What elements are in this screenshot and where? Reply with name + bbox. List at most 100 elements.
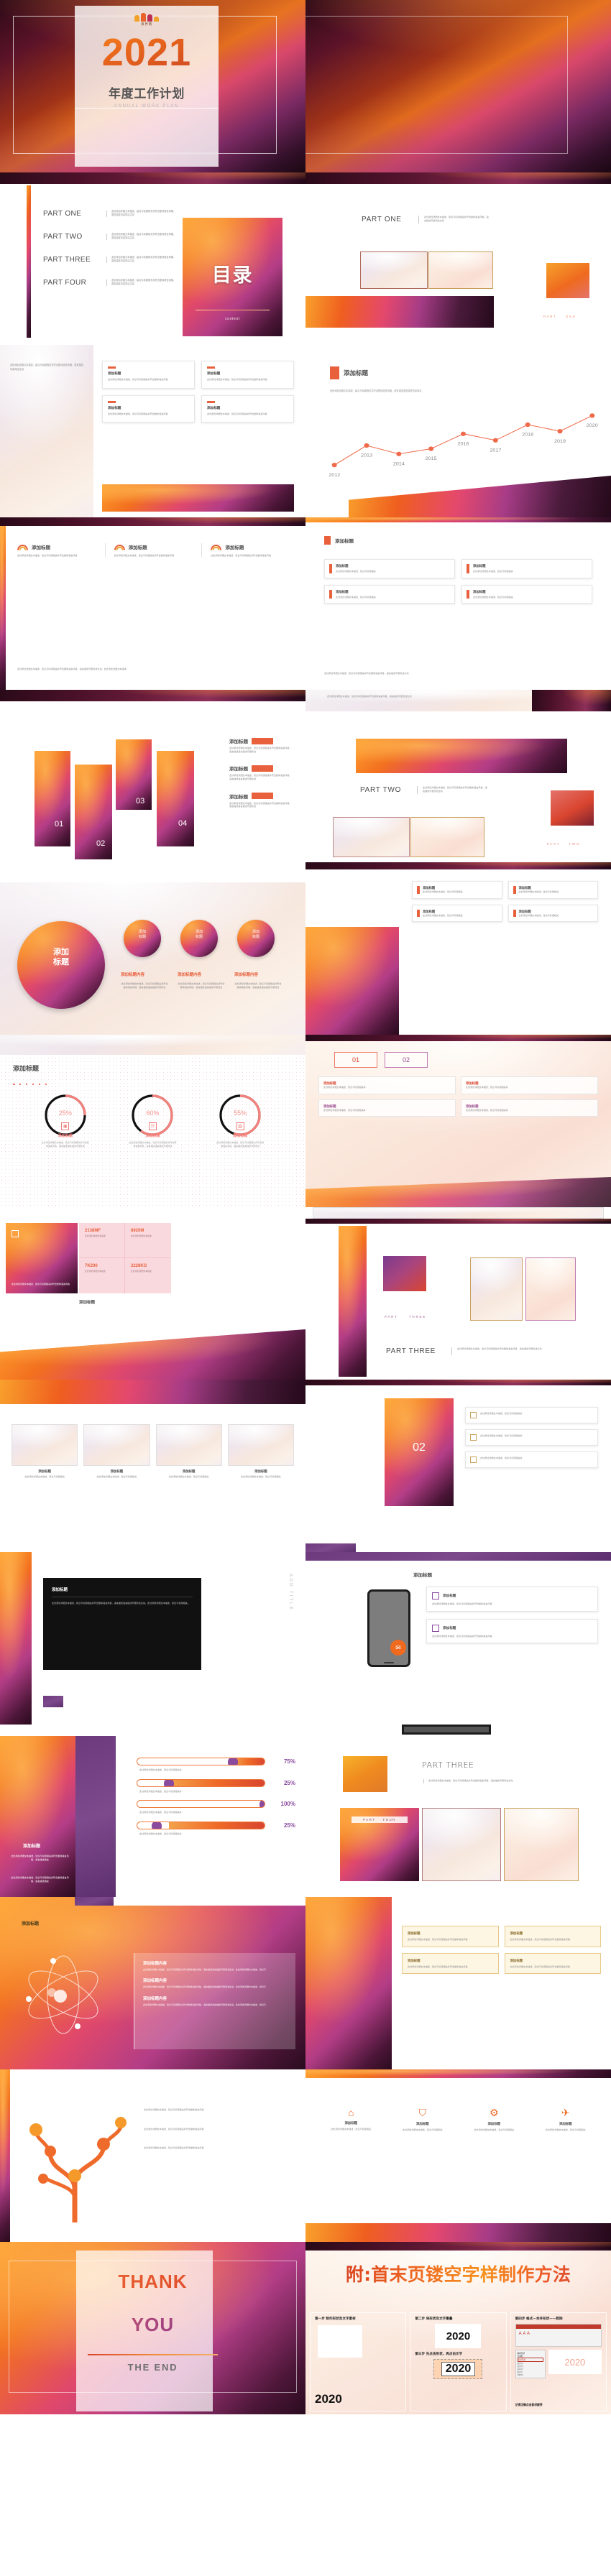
slide-two-by-two[interactable]: 添加标题 添加标题 此处添加详细文本描述，建议与标题相关 添加标题 此处添加详细… (306, 517, 611, 690)
icon-card-3[interactable]: ⚙ 添加标题 此处添加详细文本描述，建议与标题相关 (461, 2107, 527, 2132)
toc-item-1[interactable]: PART ONE 此处添加详细文本描述，建议与标题相关并符合整体语言风格，语言描… (43, 210, 176, 218)
slide-howto[interactable]: 附:首末页镂空字样制作方法 第一步 制作形状及文字素材 2020 第二步 将形状… (306, 2242, 611, 2414)
slide-divider-01[interactable]: PART ONE 此处添加详细文本描述，建议与标题相关并符合整体语言风格，语言描… (306, 172, 611, 345)
slide-toc[interactable]: PART ONE 此处添加详细文本描述，建议与标题相关并符合整体语言风格，语言描… (0, 172, 306, 345)
chat-icon[interactable]: ✉ (390, 1640, 406, 1656)
slide-icon-row[interactable]: 添加标题 此处添加详细文本描述，建议与标题相关并符合整体语言风格 添加标题 此处… (0, 517, 306, 690)
card-1[interactable]: 添加标题 此处添加详细文本描述，建议与标题相关 (412, 881, 502, 899)
data-cell-3[interactable]: 7K200 此处添加详细文本描述 (79, 1258, 125, 1293)
card-3[interactable]: 添加标题 此处添加详细文本描述，建议与标题相关 (412, 904, 502, 923)
icon-card-2[interactable]: ⛉ 添加标题 此处添加详细文本描述，建议与标题相关 (390, 2107, 456, 2132)
note-card-4[interactable]: 添加标题 此处添加详细文本描述，建议与标题相关并符合整体语言风格 (504, 1952, 601, 1975)
circle-3[interactable]: 添加 标题 (237, 920, 275, 957)
progress-row-4[interactable]: 25% (137, 1821, 295, 1829)
dark-card[interactable]: 添加标题 此处添加详细文本描述，建议与标题相关并符合整体语言风格，语言描述语言描… (43, 1578, 201, 1670)
slide-circles[interactable]: 添加 标题 添加 标题 添加 标题 添加 标题 添加标题内容 此处添加详细文本描述，建议… (0, 862, 306, 1035)
icon-item-3[interactable]: 添加标题 此处添加详细文本描述，建议与标题相关并符合整体语言风格 (211, 543, 290, 558)
howto-step-1[interactable]: 第一步 制作形状及文字素材 2020 (310, 2312, 407, 2411)
note-card-2[interactable]: 添加标题 此处添加详细文本描述，建议与标题相关并符合整体语言风格 (504, 1926, 601, 1947)
toc-item-4[interactable]: PART FOUR 此处添加详细文本描述，建议与标题相关并符合整体语言风格，语言… (43, 279, 176, 287)
grid-card-4[interactable]: 添加标题 此处添加详细文本描述，建议与标题相关 (461, 584, 592, 604)
badge-02[interactable]: 02 (385, 1052, 428, 1068)
slide-tree[interactable]: 此处添加详细文本描述，建议与标题相关并符合整体语言风格 此处添加详细文本描述，建… (0, 2069, 306, 2242)
slide-divider-02[interactable]: 此处添加详细文本描述，建议与标题相关并符合整体语言风格，语言描述尽量简洁生动 P… (306, 690, 611, 862)
bcard-1[interactable]: 添加标题 此处添加详细文本描述，建议与标题相关并 (318, 1076, 456, 1094)
side-card-2[interactable]: 此处添加详细文本描述，建议与标题相关并 (465, 1429, 598, 1446)
slide-progress[interactable]: 添加标题 此处添加详细文本描述，建议与标题相关并符合整体语言风格，语言描述语言 … (0, 1725, 306, 1897)
card-2[interactable]: 添加标题 此处添加详细文本描述，建议与标题相关 (507, 881, 598, 899)
toc-item-2[interactable]: PART TWO 此处添加详细文本描述，建议与标题相关并符合整体语言风格，语言描… (43, 233, 176, 241)
slide-dark-card[interactable]: 添加标题 此处添加详细文本描述，建议与标题相关并符合整体语言风格，语言描述语言描… (0, 1552, 306, 1725)
panel-note-2[interactable]: 添加标题 此处添加详细文本描述，建议与标题相关并符合整体语言风格，语言描述语言描… (229, 765, 293, 780)
slide-cards-with-image[interactable]: 添加标题 此处添加详细文本描述，建议与标题相关 添加标题 此处添加详细文本描述，… (306, 862, 611, 1035)
card-4[interactable]: 添加标题 此处添加详细文本描述，建议与标题相关并符合整体语言风格 (201, 394, 294, 423)
donut-1[interactable]: 25% ▣ 添加标题 此处添加详细文本描述，建议与标题相关并符合整体语言风格，语… (42, 1092, 89, 1148)
icon-card-1[interactable]: ⌂ 添加标题 此处添加详细文本描述，建议与标题相关 (318, 2107, 384, 2132)
brand-logo-label: 演界网 (141, 23, 152, 27)
donut-2[interactable]: 60% ☷ 添加标题 此处添加详细文本描述，建议与标题相关并符合整体语言风格，语… (129, 1092, 177, 1148)
data-cell-2[interactable]: 8920M 此处添加详细文本描述 (125, 1223, 171, 1258)
bcard-4[interactable]: 添加标题 此处添加详细文本描述，建议与标题相关并 (461, 1099, 598, 1117)
howto-step-3[interactable]: 第四步 格式—合并形状——剪除 A A A 编辑形状 文本框 合并形状 联合(U… (510, 2312, 607, 2411)
phone-card-2[interactable]: 添加标题 此处添加详细文本描述，建议与标题相关并符合整体语言风格 (426, 1618, 598, 1644)
thumb-item-4[interactable]: 添加标题 此处添加详细文本描述，建议与标题相关 (227, 1424, 294, 1479)
slide-badge-cards[interactable]: 01 02 添加标题 此处添加详细文本描述，建议与标题相关并 添加标题 此处添加… (306, 1035, 611, 1207)
slide-thanks[interactable]: THANK YOU THE END (0, 2242, 306, 2414)
thumb-item-1[interactable]: 添加标题 此处添加详细文本描述，建议与标题相关 (12, 1424, 78, 1479)
bcard-3[interactable]: 添加标题 此处添加详细文本描述，建议与标题相关并 (318, 1099, 456, 1117)
note-card-3[interactable]: 添加标题 此处添加详细文本描述，建议与标题相关并符合整体语言风格 (402, 1952, 499, 1975)
slide-cover-right[interactable] (306, 0, 611, 172)
merge-menu[interactable]: 编辑形状 文本框 合并形状 联合(U) 组合(C) 拆分(F) 相交(I) 剪除… (515, 2350, 546, 2378)
phone-card-1[interactable]: 添加标题 此处添加详细文本描述，建议与标题相关并符合整体语言风格 (426, 1587, 598, 1612)
slide-line-chart[interactable]: 添加标题 此处添加详细文本描述，建议与标题相关并符合整体语言风格，语言描述语言描… (306, 345, 611, 517)
bcard-text: 此处添加详细文本描述，建议与标题相关并 (323, 1086, 366, 1089)
card-3[interactable]: 添加标题 此处添加详细文本描述，建议与标题相关并符合整体语言风格 (102, 394, 195, 423)
slide-atom[interactable]: 添加标题 添加标题内容 此处添加详细文本描述，建议与标题相关并符合整体语言风格，… (0, 1897, 306, 2069)
slide-notes[interactable]: 添加标题 此处添加详细文本描述，建议与标题相关并符合整体语言风格 添加标题 此处… (306, 1897, 611, 2069)
icon-item-1[interactable]: 添加标题 此处添加详细文本描述，建议与标题相关并符合整体语言风格 (17, 543, 96, 558)
icon-card-4[interactable]: ✈ 添加标题 此处添加详细文本描述，建议与标题相关 (533, 2107, 599, 2132)
card-2[interactable]: 添加标题 此处添加详细文本描述，建议与标题相关并符合整体语言风格 (201, 361, 294, 389)
panel-note-3[interactable]: 添加标题 此处添加详细文本描述，建议与标题相关并符合整体语言风格，语言描述语言描… (229, 793, 293, 808)
grid-card-2[interactable]: 添加标题 此处添加详细文本描述，建议与标题相关 (461, 559, 592, 578)
card-1[interactable]: 添加标题 此处添加详细文本描述，建议与标题相关并符合整体语言风格 (102, 361, 195, 389)
slide-four-cards[interactable]: 此处添加详细文本描述，建议与标题相关并符合整体语言风格，语言描述尽量简洁生动 添… (0, 345, 306, 517)
slide-divider-03[interactable]: 03 PART THREE PART THREE 此处添加详细文本描述，建议与标… (306, 1207, 611, 1380)
data-cell-4[interactable]: 2228KG 此处添加详细文本描述 (125, 1258, 171, 1293)
slide-divider-04[interactable]: 04 PART THREE 此处添加详细文本描述，建议与标题相关并符合整体语言风… (306, 1725, 611, 1897)
thumb-item-3[interactable]: 添加标题 此处添加详细文本描述，建议与标题相关 (155, 1424, 222, 1479)
thumb-item-2[interactable]: 添加标题 此处添加详细文本描述，建议与标题相关 (83, 1424, 150, 1479)
grid-card-3[interactable]: 添加标题 此处添加详细文本描述，建议与标题相关 (324, 584, 455, 604)
circle-1[interactable]: 添加 标题 (124, 920, 161, 957)
donut-3[interactable]: 55% ▥ 添加标题 此处添加详细文本描述，建议与标题相关并符合整体语言风格，语… (216, 1092, 264, 1148)
note-card-1[interactable]: 添加标题 此处添加详细文本描述，建议与标题相关并符合整体语言风格 (402, 1926, 499, 1947)
slide-pink-panel[interactable]: 此处添加详细文本描述，建议与标题相关并符合整体语言风格 2138MF 此处添加详… (0, 1207, 306, 1380)
top-text: 此处添加详细文本描述，建议与标题相关并符合整体语言风格，语言描述尽量简洁生动 (327, 695, 412, 698)
slide-icons[interactable]: ⌂ 添加标题 此处添加详细文本描述，建议与标题相关 ⛉ 添加标题 此处添加详细文… (306, 2069, 611, 2242)
grid-card-1[interactable]: 添加标题 此处添加详细文本描述，建议与标题相关 (324, 559, 455, 578)
howto-step-2[interactable]: 第二步 将形状及文字重叠 2020 第三步 先点击形状，再点击文字 2020 (410, 2312, 507, 2411)
slide-cover[interactable]: 演界网 2021 年度工作计划 ANNUAL WORK PLAN (0, 0, 306, 172)
progress-row-2[interactable]: 25% (137, 1778, 295, 1787)
slide-donuts[interactable]: 添加标题 25% ▣ 添加标题 此处添加详细文本描述，建议与标题相关并符合整体语… (0, 1035, 306, 1207)
slide-numbered-panels[interactable]: 01 02 03 04 添加标题 此处添加详细文本描述，建议与标题相关并符合整体… (0, 690, 306, 862)
thumb-text: 此处添加详细文本描述，建议与标题相关 (168, 1475, 209, 1478)
card-4[interactable]: 添加标题 此处添加详细文本描述，建议与标题相关 (507, 904, 598, 923)
divider (201, 543, 203, 558)
toc-item-3[interactable]: PART THREE 此处添加详细文本描述，建议与标题相关并符合整体语言风格，语… (43, 256, 176, 264)
badge-01[interactable]: 01 (334, 1052, 377, 1068)
slide-phone[interactable]: 添加标题 ✉ 添加标题 此处添加详细文本描述，建议与标题相关并符合整体语言风格 … (306, 1552, 611, 1725)
progress-row-3[interactable]: 100% (137, 1800, 295, 1809)
slide-badge-02[interactable]: 02 此处添加详细文本描述，建议与标题相关并 此处添加详细文本描述，建议与标题相… (306, 1380, 611, 1552)
slide-four-thumbs[interactable]: 添加标题 此处添加详细文本描述，建议与标题相关 添加标题 此处添加详细文本描述，… (0, 1380, 306, 1552)
progress-row-1[interactable]: 75% (137, 1758, 295, 1765)
progress-side-title: 添加标题 (23, 1844, 41, 1849)
panel-note-1[interactable]: 添加标题 此处添加详细文本描述，建议与标题相关并符合整体语言风格，语言描述语言描… (229, 737, 293, 753)
main-circle[interactable]: 添加 标题 (17, 921, 105, 1009)
bcard-2[interactable]: 添加标题 此处添加详细文本描述，建议与标题相关并 (461, 1076, 598, 1094)
side-card-1[interactable]: 此处添加详细文本描述，建议与标题相关并 (465, 1407, 598, 1423)
icon-item-2[interactable]: 添加标题 此处添加详细文本描述，建议与标题相关并符合整体语言风格 (114, 543, 193, 558)
side-card-3[interactable]: 此处添加详细文本描述，建议与标题相关并 (465, 1451, 598, 1468)
data-cell-1[interactable]: 2138MF 此处添加详细文本描述 (79, 1223, 125, 1258)
circle-2[interactable]: 添加 标题 (180, 920, 218, 957)
